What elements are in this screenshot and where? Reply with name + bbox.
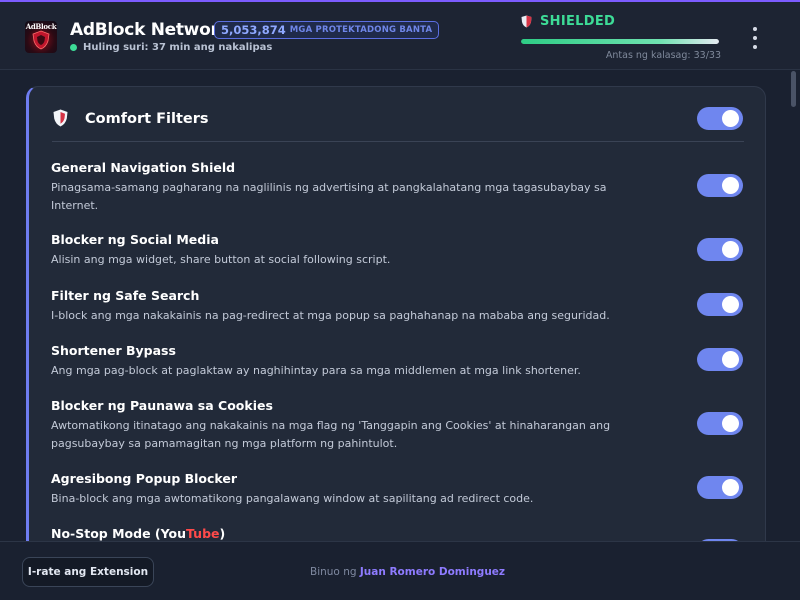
- credit: Binuo ng Juan Romero Dominguez: [310, 566, 505, 578]
- filter-popup-blocker: Agresibong Popup Blocker Bina-block ang …: [51, 471, 651, 508]
- filter-desc: I-block ang mga nakakainis na pag-redire…: [51, 309, 610, 322]
- last-scan: Huling suri: 37 min ang nakalipas: [70, 42, 272, 53]
- more-menu-icon[interactable]: [745, 27, 765, 49]
- shield-icon: [53, 109, 68, 127]
- shield-level-bar: [521, 39, 719, 44]
- filter-name: Shortener Bypass: [51, 343, 176, 358]
- rate-extension-button[interactable]: I-rate ang Extension: [22, 557, 154, 587]
- toggle-cookie-notice[interactable]: [697, 412, 743, 435]
- card-title: Comfort Filters: [85, 111, 209, 127]
- comfort-filters-card: Comfort Filters General Navigation Shiel…: [26, 86, 766, 541]
- filter-name: No-Stop Mode (YouTube): [51, 526, 651, 541]
- threats-label: MGA PROTEKTADONG BANTA: [289, 25, 433, 35]
- filter-desc: Bina-block ang mga awtomatikong pangalaw…: [51, 492, 534, 505]
- filter-no-stop-mode: No-Stop Mode (YouTube): [51, 526, 651, 541]
- app-header: AdBlock AdBlock Network 5,053,874 MGA PR…: [0, 0, 800, 70]
- filter-name-brand: Tube: [186, 526, 220, 541]
- filter-name-prefix: No-Stop Mode (You: [51, 526, 187, 541]
- toggle-social-media[interactable]: [697, 238, 743, 261]
- filter-name: Agresibong Popup Blocker: [51, 471, 238, 486]
- threats-count: 5,053,874: [221, 23, 286, 37]
- credit-author-link[interactable]: Juan Romero Dominguez: [360, 566, 505, 578]
- filter-name: Filter ng Safe Search: [51, 288, 200, 303]
- shield-status-icon: [521, 15, 532, 28]
- filter-name: General Navigation Shield: [51, 160, 236, 175]
- toggle-popup-blocker[interactable]: [697, 476, 743, 499]
- filter-name-suffix: ): [219, 526, 226, 541]
- filter-social-media: Blocker ng Social Media Alisin ang mga w…: [51, 232, 651, 269]
- filter-name: Blocker ng Social Media: [51, 232, 219, 247]
- card-divider: [52, 141, 744, 142]
- status-text: SHIELDED: [540, 14, 616, 29]
- filter-safe-search: Filter ng Safe Search I-block ang mga na…: [51, 288, 651, 325]
- toggle-general-navigation[interactable]: [697, 174, 743, 197]
- app-title: AdBlock Network: [70, 20, 230, 40]
- shield-level-text: Antas ng kalasag: 33/33: [605, 50, 721, 61]
- filter-cookie-notice: Blocker ng Paunawa sa Cookies Awtomatiko…: [51, 398, 651, 453]
- last-scan-text: Huling suri: 37 min ang nakalipas: [83, 42, 273, 53]
- app-logo: AdBlock: [25, 21, 57, 53]
- filter-name: Blocker ng Paunawa sa Cookies: [51, 398, 273, 413]
- filter-desc: Alisin ang mga widget, share button at s…: [51, 253, 391, 266]
- scrollbar-thumb[interactable]: [791, 71, 796, 107]
- shield-status: SHIELDED Antas ng kalasag: 33/33: [521, 14, 721, 61]
- app-footer: I-rate ang Extension Binuo ng Juan Romer…: [0, 541, 800, 600]
- filter-desc: Awtomatikong itinatago ang nakakainis na…: [51, 419, 611, 450]
- master-toggle[interactable]: [697, 107, 743, 130]
- main-content: Comfort Filters General Navigation Shiel…: [0, 71, 800, 541]
- status-dot-icon: [70, 44, 77, 51]
- filter-desc: Pinagsama-samang pagharang na naglilinis…: [51, 181, 607, 212]
- card-header: Comfort Filters: [29, 87, 765, 142]
- shield-level-fill: [521, 39, 719, 44]
- credit-prefix: Binuo ng: [310, 566, 357, 578]
- toggle-safe-search[interactable]: [697, 293, 743, 316]
- toggle-shortener-bypass[interactable]: [697, 348, 743, 371]
- filter-shortener-bypass: Shortener Bypass Ang mga pag-block at pa…: [51, 343, 651, 380]
- filter-desc: Ang mga pag-block at paglaktaw ay naghih…: [51, 364, 581, 377]
- filter-general-navigation: General Navigation Shield Pinagsama-sama…: [51, 160, 651, 215]
- threats-badge: 5,053,874 MGA PROTEKTADONG BANTA: [214, 21, 440, 39]
- shield-logo-icon: [32, 30, 50, 50]
